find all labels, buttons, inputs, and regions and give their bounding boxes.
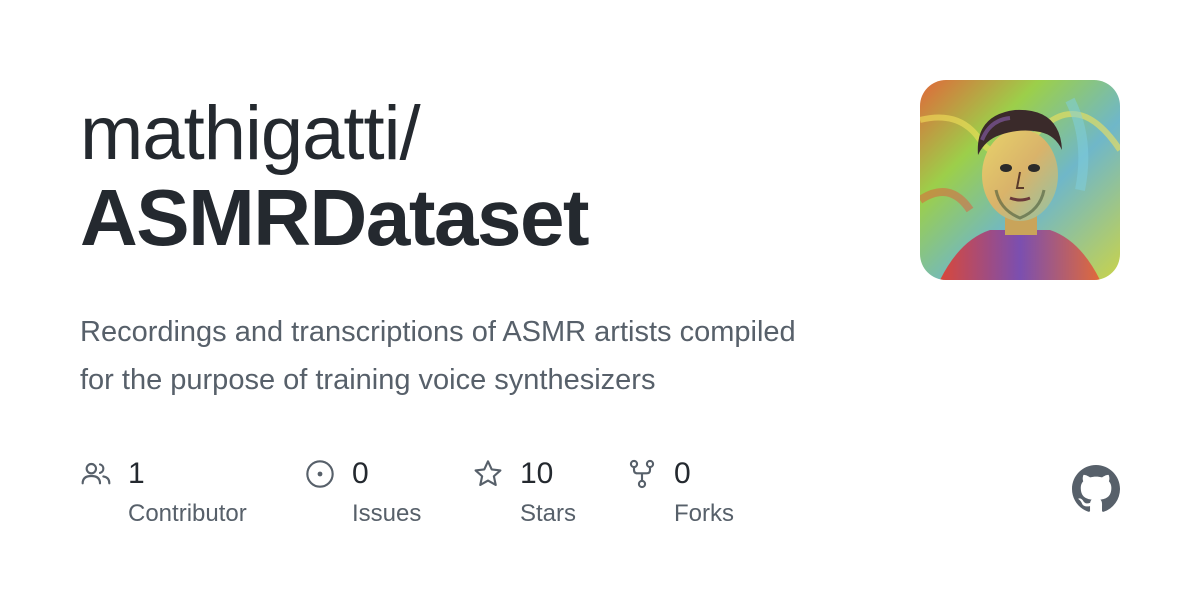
repo-social-card: mathigatti/ ASMRDataset Recordings and t…: [0, 0, 1200, 600]
stars-label: Stars: [520, 500, 577, 527]
star-icon: [474, 460, 502, 486]
github-icon[interactable]: [1072, 465, 1120, 513]
forks-count: 0: [674, 457, 691, 490]
owner-avatar[interactable]: [920, 80, 1120, 280]
issues-label: Issues: [352, 500, 422, 527]
repo-description: Recordings and transcriptions of ASMR ar…: [80, 316, 796, 396]
repo-name[interactable]: ASMRDataset: [80, 176, 880, 260]
forks-label: Forks: [674, 500, 734, 527]
contributors-label: Contributor: [128, 500, 247, 527]
issues-count: 0: [352, 457, 369, 490]
contributors-count: 1: [128, 457, 145, 490]
stars-count: 10: [520, 457, 554, 490]
fork-icon: [629, 459, 655, 489]
repo-owner[interactable]: mathigatti/: [80, 92, 880, 176]
avatar-image: [920, 80, 1120, 280]
repo-title: mathigatti/ ASMRDataset: [80, 92, 880, 260]
people-icon: [81, 462, 111, 485]
issue-icon: [306, 460, 334, 488]
